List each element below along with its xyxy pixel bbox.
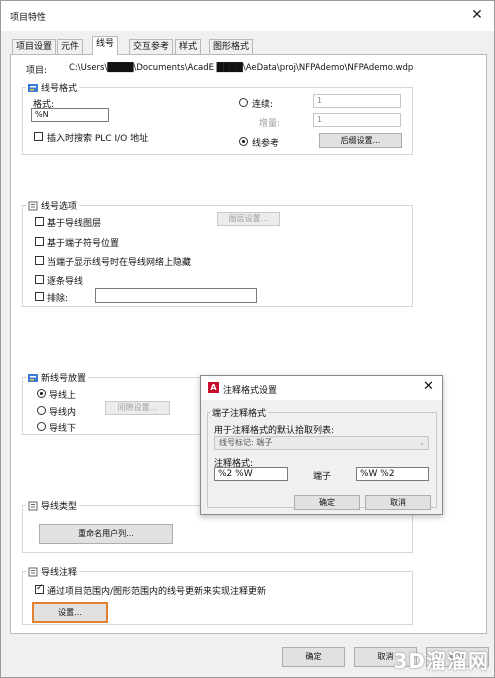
project-label: 项目: (26, 66, 48, 76)
tab-project-settings[interactable]: 项目设置 (12, 39, 57, 54)
tab-components[interactable]: 元件 (57, 39, 84, 54)
wire-options-title: 线号选项 (41, 202, 78, 212)
line-reference-radio[interactable] (239, 137, 248, 146)
popup-group-title: 端子注释格式 (210, 406, 269, 419)
placement-group-title: 新线号放置 (26, 371, 89, 384)
sequential-start-input[interactable]: 1 (313, 94, 401, 108)
exclude-checkbox[interactable] (35, 292, 44, 301)
terminal-format-input[interactable]: %W %2 (356, 467, 429, 481)
annotation-format-input[interactable]: %2 %W (214, 467, 288, 481)
default-list-value: 线号标记: 端子 (219, 438, 273, 447)
ok-button[interactable]: 确定 (282, 647, 345, 667)
wire-format-title: 线号格式 (41, 84, 78, 94)
chevron-down-icon: ⌄ (419, 439, 425, 447)
line-reference-label: 线参考 (252, 139, 280, 149)
placement-icon (28, 373, 38, 382)
tab-drawing-format[interactable]: 图形格式 (209, 39, 254, 54)
popup-ok-button[interactable]: 确定 (294, 495, 360, 510)
popup-title: 注释格式设置 (223, 386, 278, 396)
hide-when-terminal-label: 当端子显示线号时在导线网络上隐藏 (47, 258, 192, 268)
wire-format-group-title: 线号格式 (26, 81, 80, 94)
increment-label: 增量: (259, 119, 281, 129)
default-list-label: 用于注释格式的默认拾取列表: (214, 426, 335, 436)
placement-title: 新线号放置 (41, 374, 87, 384)
window-title: 项目特性 (10, 13, 47, 23)
default-list-combo[interactable]: 线号标记: 端子 ⌄ (214, 436, 429, 450)
wire-type-title: 导线类型 (41, 502, 78, 512)
annotation-format-popup: A 注释格式设置 ✕ 端子注释格式 用于注释格式的默认拾取列表: 线号标记: 端… (200, 375, 443, 515)
autocad-electrical-icon: A (208, 382, 219, 393)
hide-when-terminal-checkbox[interactable] (35, 256, 44, 265)
annotation-title: 导线注释 (41, 568, 78, 578)
on-wire-label: 导线上 (49, 391, 77, 401)
exclude-label: 排除: (47, 294, 69, 304)
insert-search-checkbox[interactable] (34, 132, 43, 141)
wire-options-icon (28, 201, 38, 210)
popup-cancel-button[interactable]: 取消 (365, 495, 431, 510)
insert-search-label: 插入时搜索 PLC I/O 地址 (47, 134, 149, 144)
watermark: 3D溜溜网 (393, 649, 489, 673)
wire-type-group-title: 导线类型 (26, 499, 80, 512)
based-on-layer-checkbox[interactable] (35, 217, 44, 226)
exclude-input[interactable] (95, 288, 257, 303)
per-wire-checkbox[interactable] (35, 275, 44, 284)
terminal-label: 端子 (313, 472, 332, 482)
popup-close-icon[interactable]: ✕ (423, 379, 434, 394)
popup-title-bar: A 注释格式设置 ✕ (201, 376, 442, 400)
layer-setup-button[interactable]: 图层设置... (217, 212, 280, 226)
project-path: C:\Users\████\Documents\AcadE ████\AeDat… (69, 63, 414, 73)
rename-user-columns-button[interactable]: 重命名用户列... (39, 524, 173, 544)
title-bar: 项目特性 ✕ (1, 1, 494, 31)
annotation-icon (28, 567, 38, 576)
sequential-radio[interactable] (239, 98, 248, 107)
based-on-terminal-label: 基于端子符号位置 (47, 239, 120, 249)
tab-wire-numbers[interactable]: 线号 (92, 36, 119, 55)
tab-styles[interactable]: 样式 (175, 39, 202, 54)
in-wire-label: 导线内 (49, 408, 77, 418)
annotation-update-label: 通过项目范围内/图形范围内的线号更新来实现注释更新 (47, 587, 267, 597)
on-wire-radio[interactable] (37, 389, 46, 398)
wire-options-group-title: 线号选项 (26, 199, 80, 212)
annotation-update-checkbox[interactable] (35, 583, 44, 594)
format-input[interactable]: %N (31, 108, 109, 122)
suffix-setup-button[interactable]: 后缀设置... (319, 133, 402, 148)
gap-setup-button[interactable]: 间隙设置... (105, 401, 170, 415)
annotation-group-title: 导线注释 (26, 565, 80, 578)
sequential-label: 连续: (252, 100, 274, 110)
per-wire-label: 逐条导线 (47, 277, 84, 287)
project-properties-dialog: 项目特性 ✕ 项目设置 元件 线号 交互参考 样式 图形格式 项目: C:\Us… (0, 0, 495, 678)
wire-type-icon (28, 501, 38, 510)
based-on-terminal-checkbox[interactable] (35, 237, 44, 246)
tab-cross-reference[interactable]: 交互参考 (129, 39, 174, 54)
based-on-layer-label: 基于导线图层 (47, 219, 102, 229)
annotation-settings-button[interactable]: 设置... (32, 602, 108, 623)
below-wire-radio[interactable] (37, 422, 46, 431)
wire-format-icon (28, 83, 38, 92)
increment-input[interactable]: 1 (313, 113, 401, 127)
close-icon[interactable]: ✕ (468, 6, 486, 24)
below-wire-label: 导线下 (49, 424, 77, 434)
in-wire-radio[interactable] (37, 406, 46, 415)
